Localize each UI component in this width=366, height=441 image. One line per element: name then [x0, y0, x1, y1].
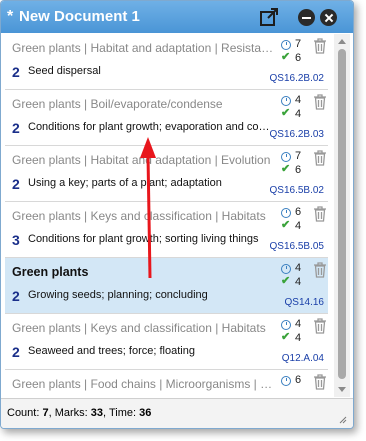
- item-time: 4: [295, 262, 302, 274]
- item-category: Green plants | Habitat and adaptation | …: [12, 41, 277, 55]
- scroll-thumb[interactable]: [338, 49, 346, 379]
- check-icon: ✔: [281, 331, 291, 343]
- trash-icon[interactable]: [313, 262, 327, 278]
- list-item[interactable]: Green plants | Food chains | Microorgani…: [5, 370, 328, 397]
- clock-icon: [281, 152, 291, 162]
- minimize-icon[interactable]: [298, 9, 315, 26]
- item-description: Seaweed and trees; force; floating: [28, 345, 195, 357]
- item-count: 4: [295, 108, 302, 120]
- trash-icon[interactable]: [313, 94, 327, 110]
- item-code: QS16.2B.02: [269, 73, 324, 84]
- item-code: QS14.16: [284, 297, 324, 308]
- item-marks: 2: [12, 176, 20, 192]
- item-marks: 2: [12, 120, 20, 136]
- trash-icon[interactable]: [313, 318, 327, 334]
- question-list: Green plants | Habitat and adaptation | …: [1, 34, 331, 397]
- item-time: 7: [295, 150, 302, 162]
- scroll-down-icon[interactable]: [338, 387, 346, 392]
- list-item[interactable]: Green plants | Boil/evaporate/condense 2…: [5, 90, 328, 146]
- trash-icon[interactable]: [313, 206, 327, 222]
- item-category: Green plants | Food chains | Microorgani…: [12, 377, 277, 391]
- item-code: QS16.2B.03: [269, 129, 324, 140]
- check-icon: ✔: [281, 219, 291, 231]
- check-icon: ✔: [281, 51, 291, 63]
- item-code: QS16.5B.05: [269, 241, 324, 252]
- item-time: 4: [295, 318, 302, 330]
- title-bar[interactable]: * New Document 1: [1, 1, 353, 33]
- item-description: Using a key; parts of a plant; adaptatio…: [28, 177, 222, 189]
- item-count: 6: [295, 164, 302, 176]
- clock-icon: [281, 96, 291, 106]
- clock-icon: [281, 320, 291, 330]
- vertical-scrollbar[interactable]: [334, 34, 350, 397]
- item-count: 4: [295, 332, 302, 344]
- item-category: Green plants | Habitat and adaptation | …: [12, 153, 271, 167]
- item-description: Conditions for plant growth; sorting liv…: [28, 233, 259, 245]
- item-count: 6: [295, 52, 302, 64]
- scroll-up-icon[interactable]: [338, 39, 346, 44]
- list-item[interactable]: Green plants | Habitat and adaptation | …: [5, 34, 328, 90]
- item-marks: 2: [12, 64, 20, 80]
- status-count: 7: [42, 407, 49, 419]
- item-code: Q12.A.04: [281, 353, 324, 364]
- clock-icon: [281, 208, 291, 218]
- clock-icon: [281, 40, 291, 50]
- status-summary: Count: 7, Marks: 33, Time: 36: [7, 407, 152, 419]
- close-icon[interactable]: [320, 9, 337, 26]
- item-count: 4: [295, 276, 302, 288]
- window-title: New Document 1: [19, 8, 140, 25]
- item-time: 6: [295, 374, 302, 386]
- clock-icon: [281, 376, 291, 386]
- trash-icon[interactable]: [313, 150, 327, 166]
- unsaved-indicator: *: [7, 8, 14, 25]
- item-description: Growing seeds; planning; concluding: [28, 289, 208, 301]
- trash-icon[interactable]: [313, 38, 327, 54]
- item-category: Green plants: [12, 265, 89, 279]
- status-time: 36: [139, 407, 152, 419]
- status-bar: Count: 7, Marks: 33, Time: 36: [1, 398, 353, 428]
- item-time: 7: [295, 38, 302, 50]
- resize-grip-icon[interactable]: [339, 416, 347, 424]
- clock-icon: [281, 264, 291, 274]
- document-panel: * New Document 1 Green plants | Habitat …: [0, 0, 354, 429]
- item-category: Green plants | Boil/evaporate/condense: [12, 97, 223, 111]
- check-icon: ✔: [281, 163, 291, 175]
- item-description: Conditions for plant growth; evaporation…: [28, 121, 270, 133]
- item-time: 6: [295, 206, 302, 218]
- check-icon: ✔: [281, 107, 291, 119]
- trash-icon[interactable]: [313, 374, 327, 390]
- item-count: 4: [295, 220, 302, 232]
- list-item-selected[interactable]: Green plants 2 Growing seeds; planning; …: [5, 258, 328, 314]
- popout-icon[interactable]: [259, 7, 279, 27]
- item-marks: 2: [12, 288, 20, 304]
- item-code: QS16.5B.02: [269, 185, 324, 196]
- item-time: 4: [295, 94, 302, 106]
- item-marks: 3: [12, 232, 20, 248]
- item-category: Green plants | Keys and classification |…: [12, 321, 266, 335]
- list-item[interactable]: Green plants | Keys and classification |…: [5, 314, 328, 370]
- status-marks: 33: [90, 407, 104, 419]
- list-item[interactable]: Green plants | Habitat and adaptation | …: [5, 146, 328, 202]
- list-item[interactable]: Green plants | Keys and classification |…: [5, 202, 328, 258]
- item-marks: 2: [12, 344, 20, 360]
- check-icon: ✔: [281, 275, 291, 287]
- item-description: Seed dispersal: [28, 65, 101, 77]
- item-category: Green plants | Keys and classification |…: [12, 209, 266, 223]
